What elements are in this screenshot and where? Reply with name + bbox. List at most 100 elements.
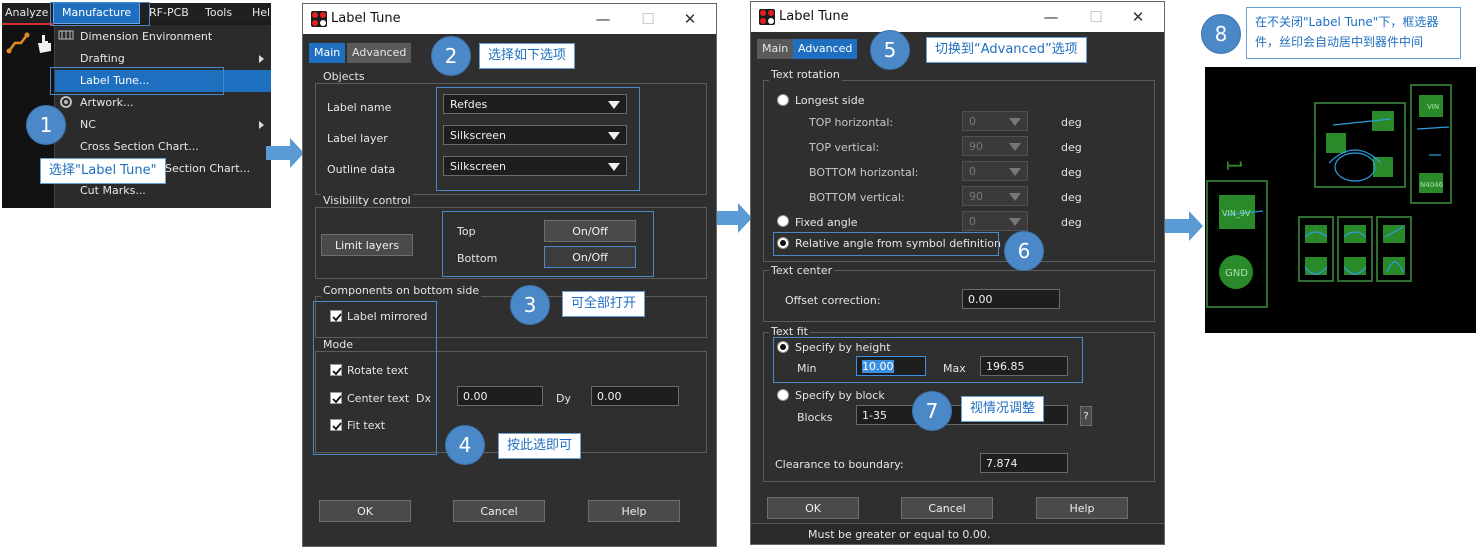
- pcb-view: 1 VIN VIN_9V GND N4046: [1205, 67, 1476, 333]
- callout-6: 6: [1004, 231, 1044, 271]
- app-icon: [759, 9, 775, 25]
- pcb-label-n4046: N4046: [1420, 181, 1444, 189]
- outline-data-label: Outline data: [327, 163, 396, 176]
- callout-4: 4: [445, 425, 485, 465]
- pcb-label-gnd: GND: [1225, 268, 1248, 279]
- note-8: 在不关闭"Label Tune"下，框选器件，丝印会自动居中到器件中间: [1246, 7, 1461, 59]
- menu-tools[interactable]: Tools: [205, 3, 232, 23]
- label-tune-dialog-advanced: Label Tune — ☐ ✕ Main Advanced Text rota…: [750, 1, 1165, 545]
- blocks-label: Blocks: [797, 411, 833, 424]
- artwork-icon: [60, 96, 72, 108]
- dialog-title: Label Tune: [779, 9, 849, 24]
- close-icon[interactable]: ✕: [1123, 6, 1153, 28]
- highlight-box-manufacture: [50, 2, 150, 26]
- limit-layers-button[interactable]: Limit layers: [321, 234, 413, 256]
- chevron-down-icon: [1009, 218, 1021, 226]
- help-button[interactable]: Help: [1036, 497, 1128, 519]
- menu-item-cross-section-chart[interactable]: Cross Section Chart...: [80, 137, 199, 157]
- cancel-button[interactable]: Cancel: [901, 497, 993, 519]
- offset-correction-label: Offset correction:: [785, 294, 881, 307]
- menu-rf-pcb[interactable]: RF-PCB: [149, 3, 189, 23]
- clearance-label: Clearance to boundary:: [775, 458, 904, 471]
- chevron-down-icon: [1009, 193, 1021, 201]
- pcb-canvas: 1 VIN VIN_9V GND N4046: [1206, 84, 1452, 308]
- deg-unit: deg: [1061, 191, 1082, 204]
- help-button[interactable]: Help: [588, 500, 680, 522]
- route-icon[interactable]: [6, 31, 30, 55]
- pcb-label-vin9v: VIN_9V: [1222, 209, 1251, 218]
- menu-item-label: Drafting: [80, 52, 125, 65]
- ok-button[interactable]: OK: [767, 497, 859, 519]
- menu-item-nc[interactable]: NC: [80, 115, 96, 135]
- tab-advanced[interactable]: Advanced: [347, 43, 412, 63]
- note-4: 按此选即可: [498, 433, 582, 459]
- minimize-icon[interactable]: —: [588, 8, 618, 30]
- callout-7: 7: [912, 391, 952, 431]
- callout-8: 8: [1201, 14, 1241, 54]
- dy-label: Dy: [556, 392, 571, 405]
- cancel-button[interactable]: Cancel: [453, 500, 545, 522]
- dy-input[interactable]: 0.00: [591, 386, 679, 406]
- bottom-vertical-select[interactable]: 90: [962, 186, 1028, 206]
- tab-main[interactable]: Main: [757, 39, 794, 59]
- menu-analyze[interactable]: Analyze: [5, 3, 48, 23]
- label-name-label: Label name: [327, 101, 392, 114]
- offset-correction-input[interactable]: 0.00: [962, 289, 1060, 309]
- highlight-box-text-fit: [773, 337, 1083, 383]
- menu-item-cut-marks[interactable]: Cut Marks...: [80, 181, 146, 201]
- deg-unit: deg: [1061, 216, 1082, 229]
- note-2: 选择如下选项: [479, 43, 576, 69]
- label-layer-label: Label layer: [327, 132, 388, 145]
- chevron-down-icon: [1009, 118, 1021, 126]
- top-vertical-label: TOP vertical:: [809, 141, 880, 154]
- status-bar: Must be greater or equal to 0.00.: [751, 523, 1164, 544]
- close-icon[interactable]: ✕: [675, 8, 705, 30]
- specify-by-block-label: Specify by block: [795, 389, 885, 402]
- select-value: 0: [969, 215, 976, 228]
- maximize-icon[interactable]: ☐: [1081, 6, 1111, 28]
- clearance-input[interactable]: 7.874: [980, 453, 1068, 473]
- deg-unit: deg: [1061, 116, 1082, 129]
- chevron-down-icon: [1009, 143, 1021, 151]
- hand-icon[interactable]: [34, 31, 54, 55]
- callout-2: 2: [431, 36, 471, 76]
- minimize-icon[interactable]: —: [1036, 6, 1066, 28]
- maximize-icon[interactable]: ☐: [633, 8, 663, 30]
- fixed-angle-radio[interactable]: [777, 215, 789, 227]
- longest-side-radio[interactable]: [777, 94, 789, 106]
- bottom-horizontal-label: BOTTOM horizontal:: [809, 166, 919, 179]
- highlight-box-objects: [436, 87, 640, 191]
- tab-main[interactable]: Main: [309, 43, 346, 63]
- fixed-angle-select[interactable]: 0: [962, 211, 1028, 231]
- menu-item-artwork[interactable]: Artwork...: [80, 93, 133, 113]
- blocks-help-button[interactable]: ?: [1080, 406, 1092, 426]
- top-horizontal-select[interactable]: 0: [962, 111, 1028, 131]
- menu-item-dimension-environment[interactable]: Dimension Environment: [80, 27, 212, 47]
- menu-help[interactable]: Help: [252, 3, 271, 23]
- note-5: 切换到“Advanced”选项: [926, 37, 1087, 63]
- callout-3: 3: [510, 285, 550, 325]
- tab-advanced[interactable]: Advanced: [793, 39, 858, 59]
- top-horizontal-label: TOP horizontal:: [809, 116, 894, 129]
- specify-by-block-radio[interactable]: [777, 389, 789, 401]
- select-value: 0: [969, 165, 976, 178]
- label-tune-dialog-main: Label Tune — ☐ ✕ Main Advanced Objects L…: [302, 3, 717, 547]
- bottom-horizontal-select[interactable]: 0: [962, 161, 1028, 181]
- group-label-bottom-side: Components on bottom side: [321, 284, 482, 297]
- callout-1: 1: [26, 105, 66, 145]
- group-label-visibility: Visibility control: [321, 194, 413, 207]
- pcb-label-1: 1: [1222, 159, 1246, 172]
- menu-item-section-chart[interactable]: Section Chart...: [165, 159, 250, 179]
- note-7: 视情况调整: [961, 396, 1045, 422]
- dialog-titlebar: Label Tune — ☐ ✕: [303, 4, 716, 34]
- dx-input[interactable]: 0.00: [457, 386, 543, 406]
- top-vertical-select[interactable]: 90: [962, 136, 1028, 156]
- menu-item-drafting[interactable]: Drafting: [80, 49, 265, 69]
- ok-button[interactable]: OK: [319, 500, 411, 522]
- group-label-text-rotation: Text rotation: [769, 68, 842, 81]
- pcb-label-vin: VIN: [1427, 103, 1439, 111]
- submenu-arrow-icon: [259, 121, 264, 129]
- bottom-vertical-label: BOTTOM vertical:: [809, 191, 905, 204]
- select-value: 90: [969, 140, 983, 153]
- flow-arrow-icon: [1165, 211, 1203, 241]
